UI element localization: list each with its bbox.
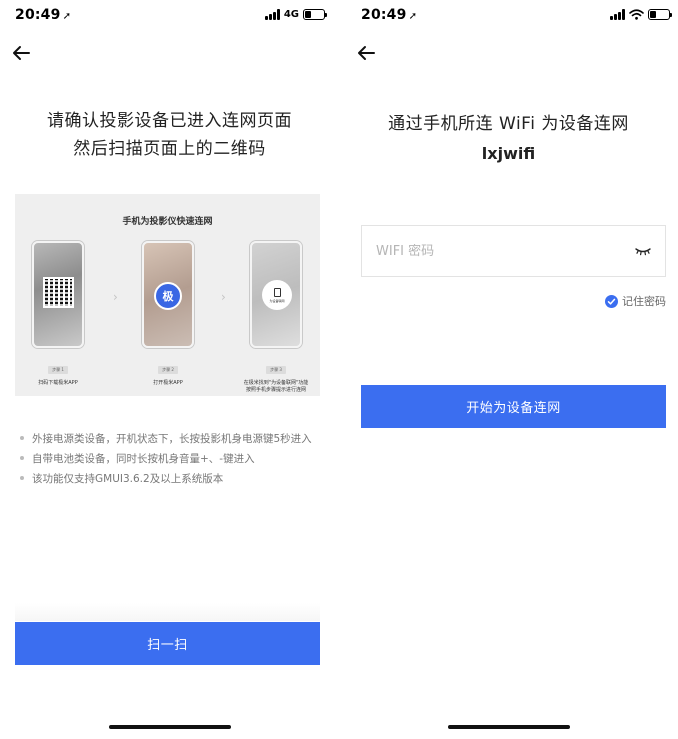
device-connect-icon: 为设备联网 <box>262 280 292 310</box>
list-item: 自带电池类设备，同时长按机身音量+、-键进入 <box>20 448 330 468</box>
status-bar: 20:49 ➚ 4G <box>0 0 339 34</box>
qr-code-icon <box>43 277 74 308</box>
step3-phone-image: 为设备联网 <box>250 241 302 348</box>
title-text: 通过手机所连 WiFi 为设备连网 <box>388 114 629 134</box>
home-indicator[interactable] <box>447 725 570 729</box>
signal-icon <box>610 9 625 20</box>
scan-button[interactable]: 扫一扫 <box>15 622 320 665</box>
guide-caption: 手机为投影仪快速连网 <box>122 217 213 227</box>
status-bar: 20:49 ➚ <box>339 0 678 34</box>
app-logo-badge: 极 <box>154 282 182 310</box>
page-title: 请确认投影设备已进入连网页面 然后扫描页面上的二维码 <box>0 107 339 163</box>
wifi-connect-screen: 20:49 ➚ 通过手机所连 WiFi 为设备连网 lxjwifi 记住密码 开… <box>339 0 678 739</box>
status-icons <box>610 9 672 20</box>
back-arrow-icon[interactable] <box>10 42 32 64</box>
bullet-icon <box>20 456 24 460</box>
battery-icon <box>303 9 327 20</box>
tip-text: 该功能仅支持GMUI3.6.2及以上系统版本 <box>32 472 224 485</box>
step2-phone-image: 极 <box>142 241 194 348</box>
location-arrow-icon: ➚ <box>62 11 72 22</box>
step2-label: 步骤 2 打开极米APP <box>133 356 203 387</box>
wifi-ssid: lxjwifi <box>481 144 536 163</box>
wifi-icon <box>629 9 644 20</box>
status-time-text: 20:49 <box>15 7 61 23</box>
page-title: 通过手机所连 WiFi 为设备连网 lxjwifi <box>339 110 678 168</box>
eye-closed-icon[interactable] <box>635 246 651 256</box>
wifi-password-field[interactable] <box>361 225 666 277</box>
location-arrow-icon: ➚ <box>408 11 418 22</box>
title-line-1: 请确认投影设备已进入连网页面 <box>47 111 292 131</box>
list-item: 该功能仅支持GMUI3.6.2及以上系统版本 <box>20 468 330 488</box>
check-icon[interactable] <box>605 294 618 308</box>
network-type: 4G <box>283 9 299 20</box>
scan-qr-screen: 20:49 ➚ 4G 请确认投影设备已进入连网页面 然后扫描页面上的二维码 手机为… <box>0 0 339 739</box>
status-time: 20:49 ➚ <box>361 7 417 23</box>
step1-label: 步骤 1 扫码下载极米APP <box>23 356 93 387</box>
step-desc: 打开极米APP <box>153 380 183 386</box>
title-line-2: 然后扫描页面上的二维码 <box>73 139 266 159</box>
tips-list: 外接电源类设备，开机状态下，长按投影机身电源键5秒进入 自带电池类设备，同时长按… <box>20 428 330 488</box>
step1-phone-image <box>32 241 84 348</box>
remember-password-label: 记住密码 <box>622 295 666 308</box>
status-time-text: 20:49 <box>361 7 407 23</box>
divider <box>15 603 320 621</box>
step-tag: 步骤 1 <box>48 366 68 374</box>
bullet-icon <box>20 436 24 440</box>
step-desc: 扫码下载极米APP <box>38 380 78 386</box>
status-icons: 4G <box>264 9 327 20</box>
status-time: 20:49 ➚ <box>15 7 71 23</box>
step-tag: 步骤 2 <box>158 366 178 374</box>
signal-icon <box>264 9 280 20</box>
remember-password-toggle[interactable]: 记住密码 <box>605 293 666 309</box>
wifi-password-input[interactable] <box>376 243 635 259</box>
back-arrow-icon[interactable] <box>355 42 377 64</box>
tip-text: 自带电池类设备，同时长按机身音量+、-键进入 <box>32 452 255 465</box>
chevron-right-icon: › <box>221 290 226 304</box>
start-connect-button[interactable]: 开始为设备连网 <box>361 385 666 428</box>
step-desc: 在极米找到"为设备联网"功能 按照手机步骤提示进行连网 <box>243 380 309 393</box>
tip-text: 外接电源类设备，开机状态下，长按投影机身电源键5秒进入 <box>32 432 312 445</box>
list-item: 外接电源类设备，开机状态下，长按投影机身电源键5秒进入 <box>20 428 330 448</box>
connection-guide-image: 手机为投影仪快速连网 › 极 › 为设备联网 步骤 1 扫码下载极米APP 步骤… <box>15 194 320 396</box>
step3-label: 步骤 3 在极米找到"为设备联网"功能 按照手机步骤提示进行连网 <box>241 356 311 394</box>
home-indicator[interactable] <box>108 725 231 729</box>
step-tag: 步骤 3 <box>266 366 286 374</box>
bullet-icon <box>20 476 24 480</box>
chevron-right-icon: › <box>113 290 118 304</box>
battery-icon <box>648 9 672 20</box>
